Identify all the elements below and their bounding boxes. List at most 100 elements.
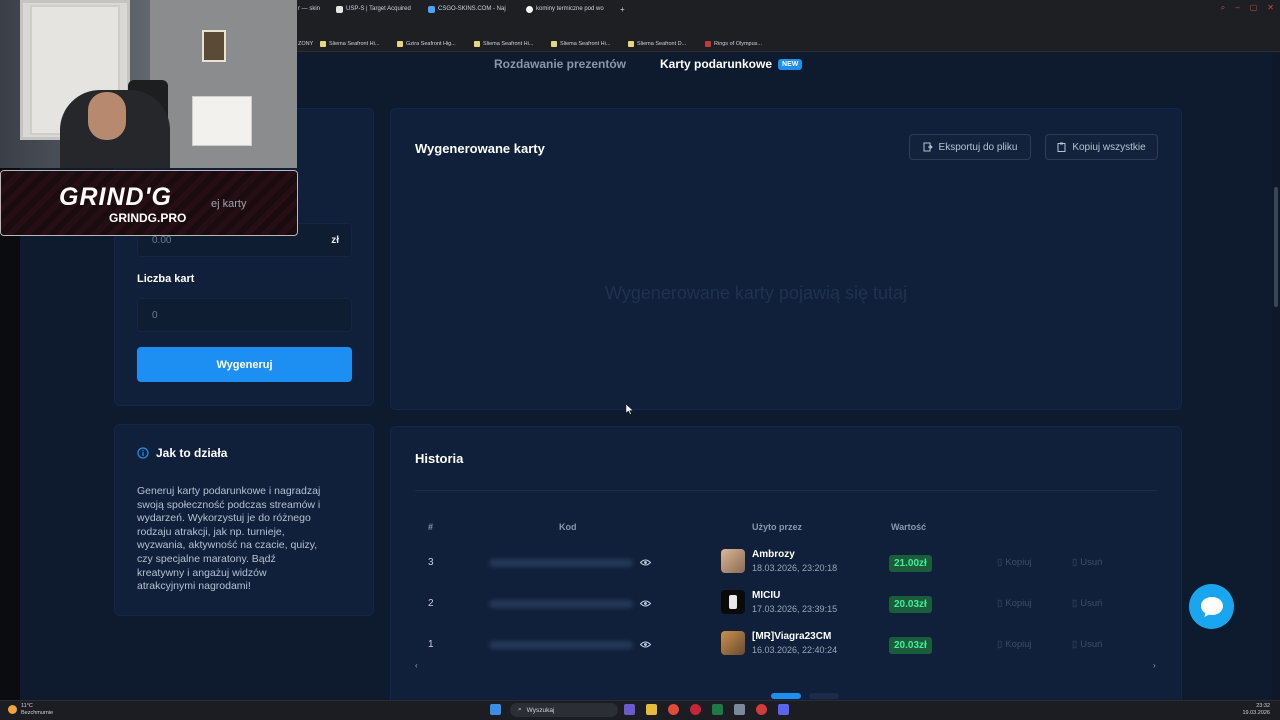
- taskbar-search[interactable]: ⌕ Wyszukaj: [510, 703, 618, 717]
- how-it-works-text: Generuj karty podarunkowe i nagradzaj sw…: [137, 485, 320, 594]
- maximize-icon[interactable]: ▢: [1250, 3, 1258, 13]
- clock[interactable]: 23:32 19.03.2026: [1242, 703, 1270, 717]
- clipboard-icon: ▯: [997, 639, 1003, 650]
- explorer-icon[interactable]: [646, 704, 657, 715]
- info-line: wydarzeń. Wykorzystuj je do różnego: [137, 512, 311, 525]
- mouse-cursor-icon: [626, 404, 634, 415]
- opera-icon[interactable]: [690, 704, 701, 715]
- discord-icon[interactable]: [778, 704, 789, 715]
- close-icon[interactable]: ✕: [1267, 3, 1274, 13]
- browser-tab[interactable]: kominy termiczne pod wo: [526, 2, 604, 16]
- export-button-label: Eksportuj do pliku: [938, 141, 1018, 153]
- export-icon: [923, 142, 933, 152]
- bookmark-item[interactable]: Sliema Seafront Hi...: [474, 41, 533, 47]
- bookmark-item[interactable]: Gzira Seafront Hig...: [397, 41, 456, 47]
- weather-widget[interactable]: 11°C Bezchmurnie: [8, 703, 53, 717]
- bookmark-item[interactable]: ZONY: [298, 41, 313, 47]
- delete-label: Usuń: [1080, 598, 1103, 609]
- copy-button[interactable]: ▯ Kopiuj: [997, 598, 1032, 609]
- copy-button[interactable]: ▯ Kopiuj: [997, 639, 1032, 650]
- search-tabs-icon[interactable]: ⌕: [1221, 3, 1225, 13]
- taskbar: 11°C Bezchmurnie ⌕ Wyszukaj 23:32 19.03.2…: [0, 700, 1280, 720]
- new-badge: NEW: [778, 59, 803, 71]
- bookmark-item[interactable]: Sliema Seafront D...: [628, 41, 686, 47]
- card-count-value: 0: [152, 309, 158, 321]
- brand-overlay: ej karty GRIND'G GRINDG.PRO: [0, 170, 298, 236]
- trash-icon: ▯: [1072, 557, 1078, 568]
- history-panel: Historia # Kod Użyto przez Wartość 3 Amb…: [390, 426, 1182, 700]
- clipboard-icon: [1057, 142, 1066, 152]
- brand-underlying-label: ej karty: [211, 198, 247, 210]
- col-value: Wartość: [891, 522, 927, 532]
- nav-gift-cards[interactable]: Karty podarunkowe NEW: [660, 57, 803, 71]
- delete-button[interactable]: ▯ Usuń: [1072, 639, 1102, 650]
- user-name: Ambrozy: [752, 549, 795, 560]
- bookmark-item[interactable]: Sliema Seafront Hi...: [320, 41, 379, 47]
- info-line: atrakcyjnymi nagrodami!: [137, 580, 251, 593]
- how-it-works-title: Jak to działa: [156, 446, 228, 460]
- bookmark-item[interactable]: Rings of Olympus...: [705, 41, 762, 47]
- scrollbar-thumb[interactable]: [1274, 187, 1278, 307]
- tab-favicon-icon: [526, 5, 533, 13]
- page-scrollbar[interactable]: [1272, 52, 1280, 700]
- settings-icon[interactable]: [734, 704, 745, 715]
- excel-icon[interactable]: [712, 704, 723, 715]
- hidden-code: [489, 559, 633, 567]
- copy-all-button[interactable]: Kopiuj wszystkie: [1045, 134, 1158, 160]
- tab-label: USP-S | Target Acquired: [346, 6, 411, 12]
- new-tab-button[interactable]: +: [620, 2, 625, 16]
- search-label: Wyszukaj: [526, 706, 555, 714]
- info-line: rodzaju atrakcji, jak np. turnieje,: [137, 525, 285, 538]
- pagination-active[interactable]: [771, 693, 801, 699]
- bookmark-icon: [705, 41, 711, 47]
- export-button[interactable]: Eksportuj do pliku: [909, 134, 1031, 160]
- clock-time: 23:32: [1256, 703, 1270, 709]
- delete-label: Usuń: [1080, 639, 1103, 650]
- chat-button[interactable]: [1189, 584, 1234, 629]
- app-icon[interactable]: [756, 704, 767, 715]
- delete-label: Usuń: [1080, 557, 1103, 568]
- chrome-icon[interactable]: [668, 704, 679, 715]
- amount-value: 0.00: [152, 234, 172, 246]
- copy-button[interactable]: ▯ Kopiuj: [997, 557, 1032, 568]
- eye-icon[interactable]: [640, 641, 651, 648]
- start-icon[interactable]: [490, 704, 501, 715]
- chat-icon: [1200, 596, 1223, 617]
- card-count-input[interactable]: 0: [137, 298, 352, 332]
- bookmark-label: Sliema Seafront Hi...: [483, 41, 534, 47]
- info-line: swoją społeczność podczas streamów i: [137, 498, 321, 511]
- minimize-icon[interactable]: –: [1235, 3, 1239, 13]
- pagination-item[interactable]: [809, 693, 839, 699]
- search-icon: ⌕: [518, 706, 522, 713]
- bookmark-item[interactable]: Sliema Seafront Hi...: [551, 41, 610, 47]
- info-line: kreatywny i angażuj widzów: [137, 566, 267, 579]
- copy-label: Kopiuj: [1005, 639, 1032, 650]
- history-title: Historia: [415, 451, 464, 466]
- info-line: czy specjalne maratony. Bądź: [137, 552, 276, 565]
- currency-suffix: zł: [331, 234, 339, 246]
- nav-gift-cards-label: Karty podarunkowe: [660, 57, 773, 71]
- browser-tab[interactable]: r — skin: [298, 2, 320, 16]
- teams-icon[interactable]: [624, 704, 635, 715]
- webcam-overlay: [0, 0, 297, 168]
- delete-button[interactable]: ▯ Usuń: [1072, 598, 1102, 609]
- clipboard-icon: ▯: [997, 557, 1003, 568]
- scroll-left-icon[interactable]: ‹: [415, 661, 418, 670]
- browser-tab[interactable]: CSGO-SKINS.COM - Naj: [428, 2, 506, 16]
- weather-temp: 11°C: [21, 703, 33, 709]
- info-line: wyzwania, aktywność na czacie, quizy,: [137, 539, 318, 552]
- generate-button[interactable]: Wygeneruj: [137, 347, 352, 382]
- eye-icon[interactable]: [640, 559, 651, 566]
- bookmark-icon: [320, 41, 326, 47]
- webcam-cabinet: [192, 96, 252, 146]
- delete-button[interactable]: ▯ Usuń: [1072, 557, 1102, 568]
- value-badge: 20.03zł: [889, 596, 932, 613]
- browser-tab[interactable]: USP-S | Target Acquired: [336, 2, 411, 16]
- info-icon: [137, 447, 149, 459]
- bookmark-label: Sliema Seafront Hi...: [560, 41, 611, 47]
- eye-icon[interactable]: [640, 600, 651, 607]
- nav-giveaways[interactable]: Rozdawanie prezentów: [494, 57, 626, 71]
- copy-all-label: Kopiuj wszystkie: [1072, 141, 1146, 153]
- scroll-right-icon[interactable]: ›: [1153, 661, 1156, 670]
- brand-url: GRINDG.PRO: [109, 211, 187, 225]
